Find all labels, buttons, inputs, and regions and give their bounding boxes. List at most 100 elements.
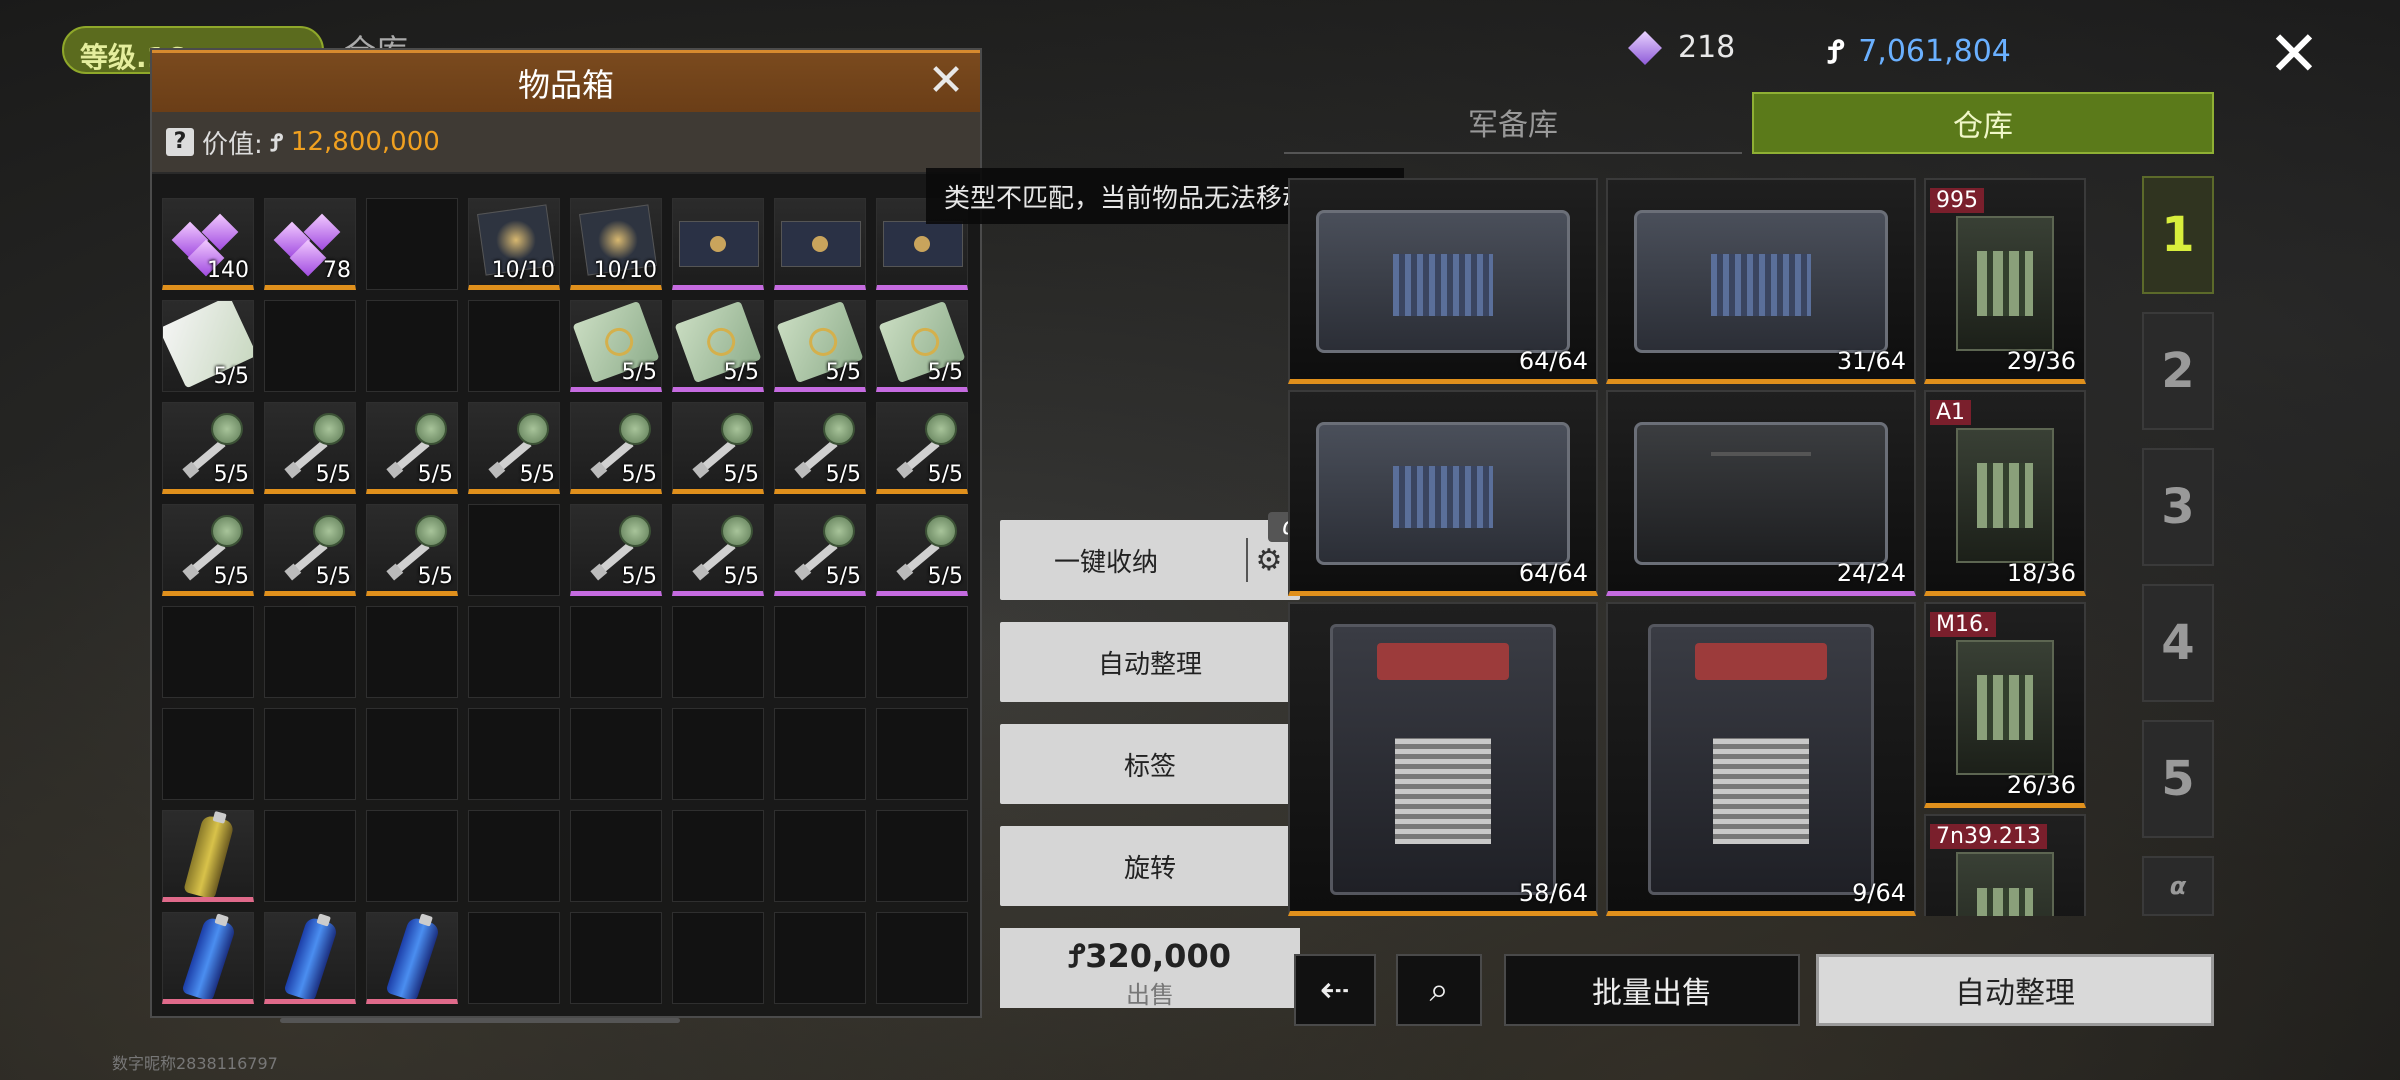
- empty-slot[interactable]: [162, 708, 254, 800]
- empty-slot[interactable]: [570, 912, 662, 1004]
- empty-slot[interactable]: [366, 606, 458, 698]
- item-slot[interactable]: 5/5: [570, 402, 662, 494]
- page-tab-4[interactable]: 4: [2142, 584, 2214, 702]
- empty-slot[interactable]: [570, 810, 662, 902]
- warehouse-item[interactable]: 64/64: [1288, 178, 1598, 384]
- item-slot[interactable]: 5/5: [774, 504, 866, 596]
- warehouse-item[interactable]: 58/64: [1288, 602, 1598, 916]
- item-slot[interactable]: 5/5: [264, 504, 356, 596]
- empty-slot[interactable]: [672, 606, 764, 698]
- empty-slot[interactable]: [876, 606, 968, 698]
- warehouse-item[interactable]: 64/64: [1288, 390, 1598, 596]
- item-slot[interactable]: 5/5: [672, 300, 764, 392]
- page-tab-2[interactable]: 2: [2142, 312, 2214, 430]
- item-slot[interactable]: 140: [162, 198, 254, 290]
- empty-slot[interactable]: [366, 810, 458, 902]
- warehouse-item[interactable]: 24/24: [1606, 390, 1916, 596]
- empty-slot[interactable]: [672, 708, 764, 800]
- close-icon[interactable]: ✕: [922, 59, 970, 107]
- empty-slot[interactable]: [264, 708, 356, 800]
- empty-slot[interactable]: [570, 708, 662, 800]
- empty-slot[interactable]: [468, 606, 560, 698]
- back-arrow-icon[interactable]: ⇠: [1294, 954, 1376, 1026]
- panel-scrollbar[interactable]: [280, 1018, 680, 1023]
- key-head-icon: [721, 515, 753, 547]
- item-slot[interactable]: 5/5: [366, 402, 458, 494]
- page-tab-3[interactable]: 3: [2142, 448, 2214, 566]
- page-tab-5[interactable]: 5: [2142, 720, 2214, 838]
- item-slot[interactable]: 5/5: [774, 300, 866, 392]
- item-slot[interactable]: 5/5: [876, 504, 968, 596]
- item-slot[interactable]: 5/5: [570, 300, 662, 392]
- value-amount: 12,800,000: [290, 127, 440, 157]
- search-icon[interactable]: ⌕: [1396, 954, 1482, 1026]
- empty-slot[interactable]: [876, 708, 968, 800]
- tab-warehouse[interactable]: 仓库: [1752, 92, 2214, 154]
- value-bar: ? 价值: Ꝭ 12,800,000: [152, 112, 980, 174]
- empty-slot[interactable]: [774, 606, 866, 698]
- item-slot[interactable]: 10/10: [570, 198, 662, 290]
- item-slot[interactable]: 5/5: [162, 300, 254, 392]
- warehouse-item[interactable]: 31/64: [1606, 178, 1916, 384]
- empty-slot[interactable]: [672, 912, 764, 1004]
- empty-slot[interactable]: [774, 810, 866, 902]
- empty-slot[interactable]: [468, 810, 560, 902]
- item-slot[interactable]: 5/5: [672, 402, 764, 494]
- empty-slot[interactable]: [264, 606, 356, 698]
- empty-slot[interactable]: [774, 912, 866, 1004]
- empty-slot[interactable]: [876, 912, 968, 1004]
- item-slot[interactable]: 5/5: [570, 504, 662, 596]
- tab-armory[interactable]: 军备库: [1284, 92, 1742, 154]
- item-slot[interactable]: 5/5: [162, 402, 254, 494]
- empty-slot[interactable]: [876, 810, 968, 902]
- item-slot[interactable]: [162, 810, 254, 902]
- warehouse-item[interactable]: 9/64: [1606, 602, 1916, 916]
- item-slot[interactable]: 5/5: [876, 300, 968, 392]
- empty-slot[interactable]: [570, 606, 662, 698]
- item-slot[interactable]: 10/10: [468, 198, 560, 290]
- warehouse-item[interactable]: 7n39.213: [1924, 814, 2086, 916]
- item-slot[interactable]: [774, 198, 866, 290]
- warehouse-item[interactable]: A1 18/36: [1924, 390, 2086, 596]
- item-slot[interactable]: 5/5: [162, 504, 254, 596]
- empty-slot[interactable]: [162, 606, 254, 698]
- empty-slot[interactable]: [468, 504, 560, 596]
- empty-slot[interactable]: [774, 708, 866, 800]
- empty-slot[interactable]: [366, 708, 458, 800]
- item-slot[interactable]: [162, 912, 254, 1004]
- empty-slot[interactable]: [672, 810, 764, 902]
- item-slot[interactable]: [264, 912, 356, 1004]
- close-icon[interactable]: ✕: [2264, 23, 2324, 86]
- sell-button[interactable]: Ꝭ320,000 出售: [1000, 928, 1300, 1009]
- tags-button[interactable]: 标签: [1000, 724, 1300, 804]
- item-slot[interactable]: 5/5: [672, 504, 764, 596]
- quick-store-button[interactable]: 一键收纳 ⚙: [1000, 520, 1300, 600]
- empty-slot[interactable]: [468, 300, 560, 392]
- item-slot[interactable]: 5/5: [366, 504, 458, 596]
- empty-slot[interactable]: [366, 198, 458, 290]
- gear-icon[interactable]: ⚙: [1246, 538, 1290, 582]
- page-tab-more[interactable]: α: [2142, 856, 2214, 916]
- spray-can-icon: [181, 916, 237, 999]
- empty-slot[interactable]: [468, 912, 560, 1004]
- item-slot[interactable]: 5/5: [876, 402, 968, 494]
- auto-sort-button[interactable]: 自动整理: [1816, 954, 2214, 1026]
- item-slot[interactable]: 78: [264, 198, 356, 290]
- item-slot[interactable]: [672, 198, 764, 290]
- empty-slot[interactable]: [468, 708, 560, 800]
- empty-slot[interactable]: [264, 300, 356, 392]
- bulk-sell-button[interactable]: 批量出售: [1504, 954, 1800, 1026]
- item-slot[interactable]: 5/5: [774, 402, 866, 494]
- warehouse-item[interactable]: M16. 26/36: [1924, 602, 2086, 808]
- rotate-button[interactable]: 旋转: [1000, 826, 1300, 906]
- warehouse-item[interactable]: 995 29/36: [1924, 178, 2086, 384]
- item-slot[interactable]: 5/5: [468, 402, 560, 494]
- money-icon: Ꝭ: [270, 128, 283, 157]
- item-slot[interactable]: 5/5: [264, 402, 356, 494]
- auto-sort-side-button[interactable]: 自动整理: [1000, 622, 1300, 702]
- empty-slot[interactable]: [264, 810, 356, 902]
- empty-slot[interactable]: [366, 300, 458, 392]
- page-tab-1[interactable]: 1: [2142, 176, 2214, 294]
- item-slot[interactable]: [366, 912, 458, 1004]
- help-icon[interactable]: ?: [166, 128, 194, 156]
